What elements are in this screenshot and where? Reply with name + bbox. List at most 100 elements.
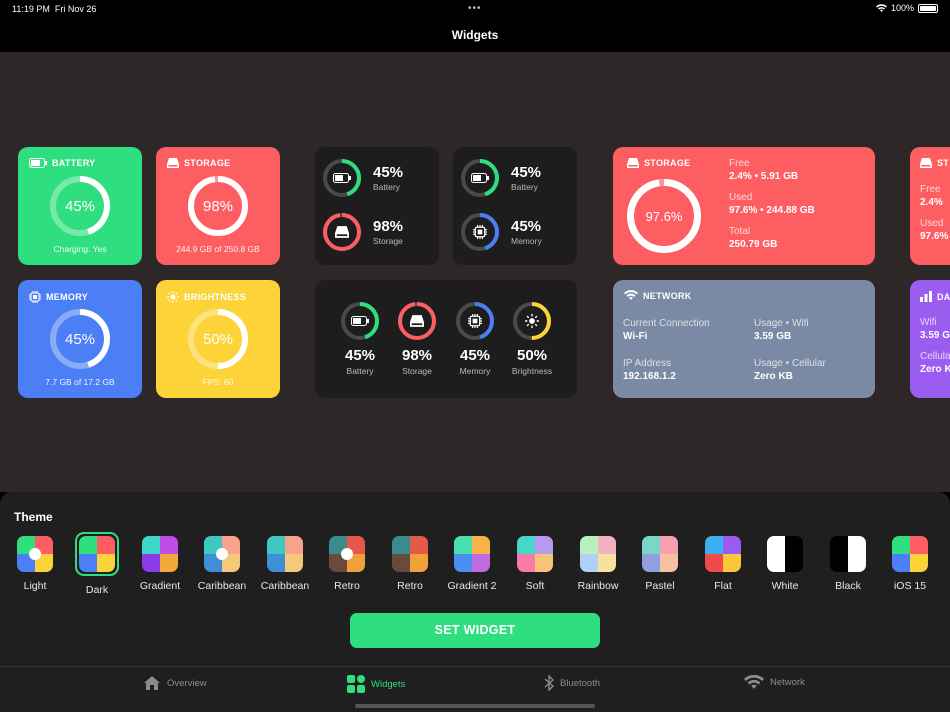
theme-swatch <box>79 536 115 572</box>
quad-battery: 45% Battery <box>335 302 385 376</box>
drive-icon <box>410 315 424 327</box>
theme-swatch <box>204 536 240 572</box>
quad-label: Storage <box>402 366 432 376</box>
multitasking-dots[interactable]: ••• <box>468 3 482 14</box>
theme-option[interactable]: Black <box>820 536 876 592</box>
stat-label: Used <box>729 192 753 203</box>
theme-option[interactable]: Light <box>7 536 63 592</box>
storage-large-stats: Free 2.4% • 5.91 GB Used 97.6% • 244.88 … <box>729 158 815 260</box>
quad-value: 45% <box>459 347 491 364</box>
theme-option[interactable]: Gradient <box>132 536 188 592</box>
quad-stat-widget[interactable]: 45% Battery 98% Storage 45% Memory 50% B… <box>315 280 577 398</box>
theme-option[interactable]: Soft <box>507 536 563 592</box>
stat-value: 2.4% <box>920 197 943 208</box>
theme-name: Gradient <box>139 580 181 592</box>
stat-value: 3.59 GB <box>754 331 792 342</box>
stat-value: Wi-Fi <box>623 331 648 342</box>
brightness-widget[interactable]: BRIGHTNESS 50% FPS: 60 <box>156 280 280 398</box>
dual-value: 45% <box>373 164 404 181</box>
tab-bluetooth[interactable]: Bluetooth <box>544 675 600 691</box>
home-indicator[interactable] <box>355 704 595 708</box>
dual-label: Battery <box>373 182 400 192</box>
theme-name: Pastel <box>645 580 675 592</box>
theme-name: Soft <box>525 580 545 592</box>
storage-footnote: 244.9 GB of 250.8 GB <box>176 244 260 254</box>
theme-option[interactable]: Rainbow <box>570 536 626 592</box>
theme-name: Dark <box>85 584 109 596</box>
wifi-icon <box>624 290 638 300</box>
theme-option[interactable]: Gradient 2 <box>444 536 500 592</box>
page-title: Widgets <box>451 28 499 42</box>
data-usage-stats: Wifi 3.59 G Cellula Zero K <box>920 317 950 385</box>
battery-widget[interactable]: BATTERY 45% Charging: Yes <box>18 147 142 265</box>
battery-footnote: Charging: Yes <box>53 244 107 254</box>
wifi-icon <box>744 675 764 689</box>
theme-name: White <box>771 580 799 592</box>
quad-value: 98% <box>401 347 433 364</box>
chip-icon <box>29 291 41 303</box>
theme-option[interactable]: Retro <box>319 536 375 592</box>
dual-value: 45% <box>511 218 542 235</box>
memory-widget-header: MEMORY <box>29 291 88 303</box>
storage-detail-header: ST <box>920 158 949 168</box>
battery-icon <box>333 173 351 183</box>
stat-label: Total <box>729 226 751 237</box>
theme-option[interactable]: Dark <box>69 532 125 596</box>
stat-label: Wifi <box>920 317 937 328</box>
theme-swatch <box>830 536 866 572</box>
memory-ring: 45% <box>50 309 110 369</box>
memory-widget[interactable]: MEMORY 45% 7.7 GB of 17.2 GB <box>18 280 142 398</box>
theme-swatch <box>580 536 616 572</box>
bluetooth-icon <box>544 675 554 691</box>
dual-row-battery: 45% Battery <box>323 159 403 197</box>
tab-widgets[interactable]: Widgets <box>347 675 405 693</box>
theme-option[interactable]: Caribbean <box>194 536 250 592</box>
theme-option[interactable]: iOS 15 <box>882 536 938 592</box>
data-usage-widget-partial[interactable]: DA Wifi 3.59 G Cellula Zero K <box>910 280 950 398</box>
battery-memory-widget[interactable]: 45% Battery 45% Memory <box>453 147 577 265</box>
storage-detail-widget-partial[interactable]: ST Free 2.4% Used 97.6% <box>910 147 950 265</box>
theme-option[interactable]: Flat <box>695 536 751 592</box>
tab-bar: Overview Widgets Bluetooth Network <box>0 666 950 712</box>
tab-network[interactable]: Network <box>744 675 805 690</box>
widgets-icon <box>347 675 365 693</box>
brightness-value: 50% <box>202 330 234 348</box>
data-usage-header: DA <box>920 291 950 302</box>
theme-option[interactable]: Retro <box>382 536 438 592</box>
network-stats-right: Usage • Wifi 3.59 GB Usage • Cellular Ze… <box>754 318 826 392</box>
dual-row-battery: 45% Battery <box>461 159 541 197</box>
battery-storage-widget[interactable]: 45% Battery 98% Storage <box>315 147 439 265</box>
theme-name: iOS 15 <box>893 580 927 592</box>
tab-overview[interactable]: Overview <box>143 675 207 691</box>
theme-option[interactable]: Caribbean <box>257 536 313 592</box>
theme-name: Gradient 2 <box>447 580 497 592</box>
theme-swatch <box>17 536 53 572</box>
quad-label: Brightness <box>511 366 553 376</box>
stat-value: 97.6% <box>920 231 949 242</box>
memory-footnote: 7.7 GB of 17.2 GB <box>45 377 115 387</box>
set-widget-button[interactable]: SET WIDGET <box>350 613 600 648</box>
widget-preview-area[interactable]: BATTERY 45% Charging: Yes STORAGE 98% 24… <box>0 52 950 492</box>
storage-large-widget[interactable]: STORAGE 97.6% Free 2.4% • 5.91 GB Used 9… <box>613 147 875 265</box>
stat-value: 97.6% • 244.88 GB <box>729 205 815 216</box>
drive-icon <box>335 226 349 238</box>
drive-icon <box>920 158 932 168</box>
theme-swatch <box>892 536 928 572</box>
stat-label: Current Connection <box>623 318 710 329</box>
storage-widget[interactable]: STORAGE 98% 244.9 GB of 250.8 GB <box>156 147 280 265</box>
theme-option[interactable]: Pastel <box>632 536 688 592</box>
dual-label: Battery <box>511 182 538 192</box>
theme-option[interactable]: White <box>757 536 813 592</box>
storage-large-ring: 97.6% <box>627 179 701 253</box>
stat-value: 2.4% • 5.91 GB <box>729 171 799 182</box>
theme-name: Light <box>23 580 47 592</box>
storage-ring: 98% <box>188 176 248 236</box>
house-icon <box>144 676 160 690</box>
brightness-footnote: FPS: 60 <box>202 377 234 387</box>
battery-icon <box>351 316 369 326</box>
network-header: NETWORK <box>624 290 692 301</box>
theme-name: Black <box>835 580 861 592</box>
stat-label: Cellula <box>920 351 950 362</box>
network-widget[interactable]: NETWORK Current Connection Wi-Fi IP Addr… <box>613 280 875 398</box>
stat-value: 250.79 GB <box>729 239 778 250</box>
